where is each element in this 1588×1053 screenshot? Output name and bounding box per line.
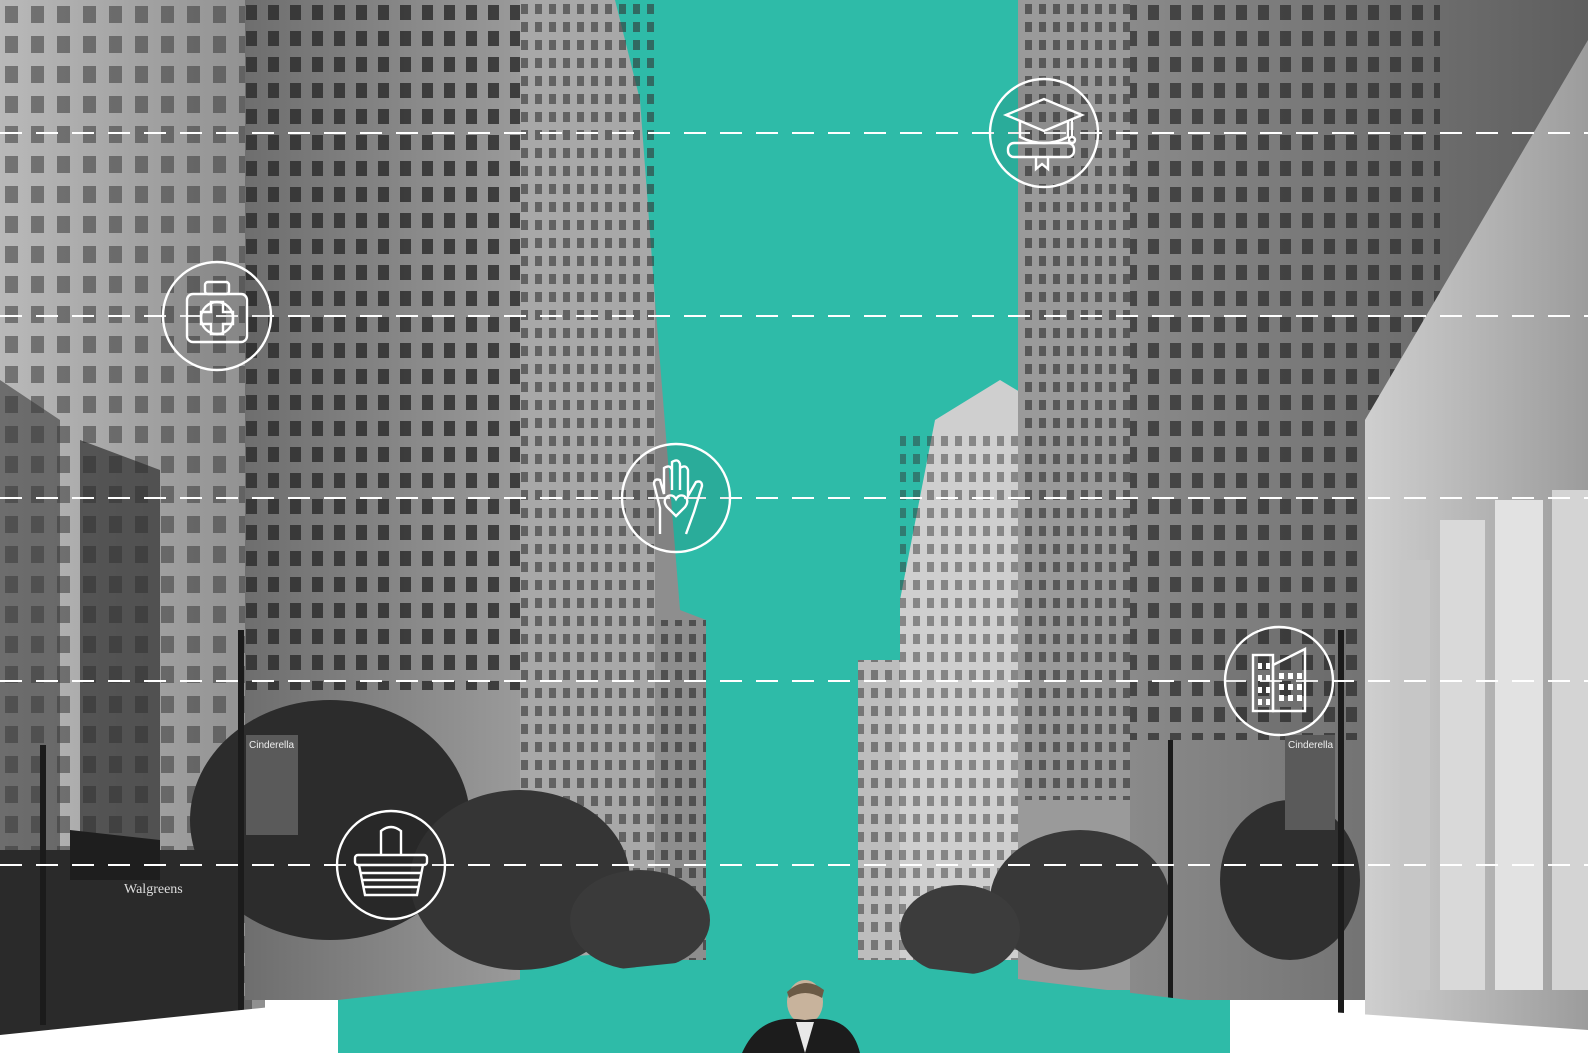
banner-right-text: Cinderella (1288, 740, 1333, 751)
banner-left-text: Cinderella (249, 740, 294, 751)
city-street-scene: Walgreens Cinderella Cinderella (0, 0, 1588, 1053)
helping-hand-heart-icon (620, 442, 732, 554)
graduation-cap-icon (988, 77, 1100, 189)
storefront-sign: Walgreens (124, 882, 183, 897)
shopping-basket-icon (335, 809, 447, 921)
office-building-icon (1223, 625, 1335, 737)
first-aid-kit-icon (161, 260, 273, 372)
